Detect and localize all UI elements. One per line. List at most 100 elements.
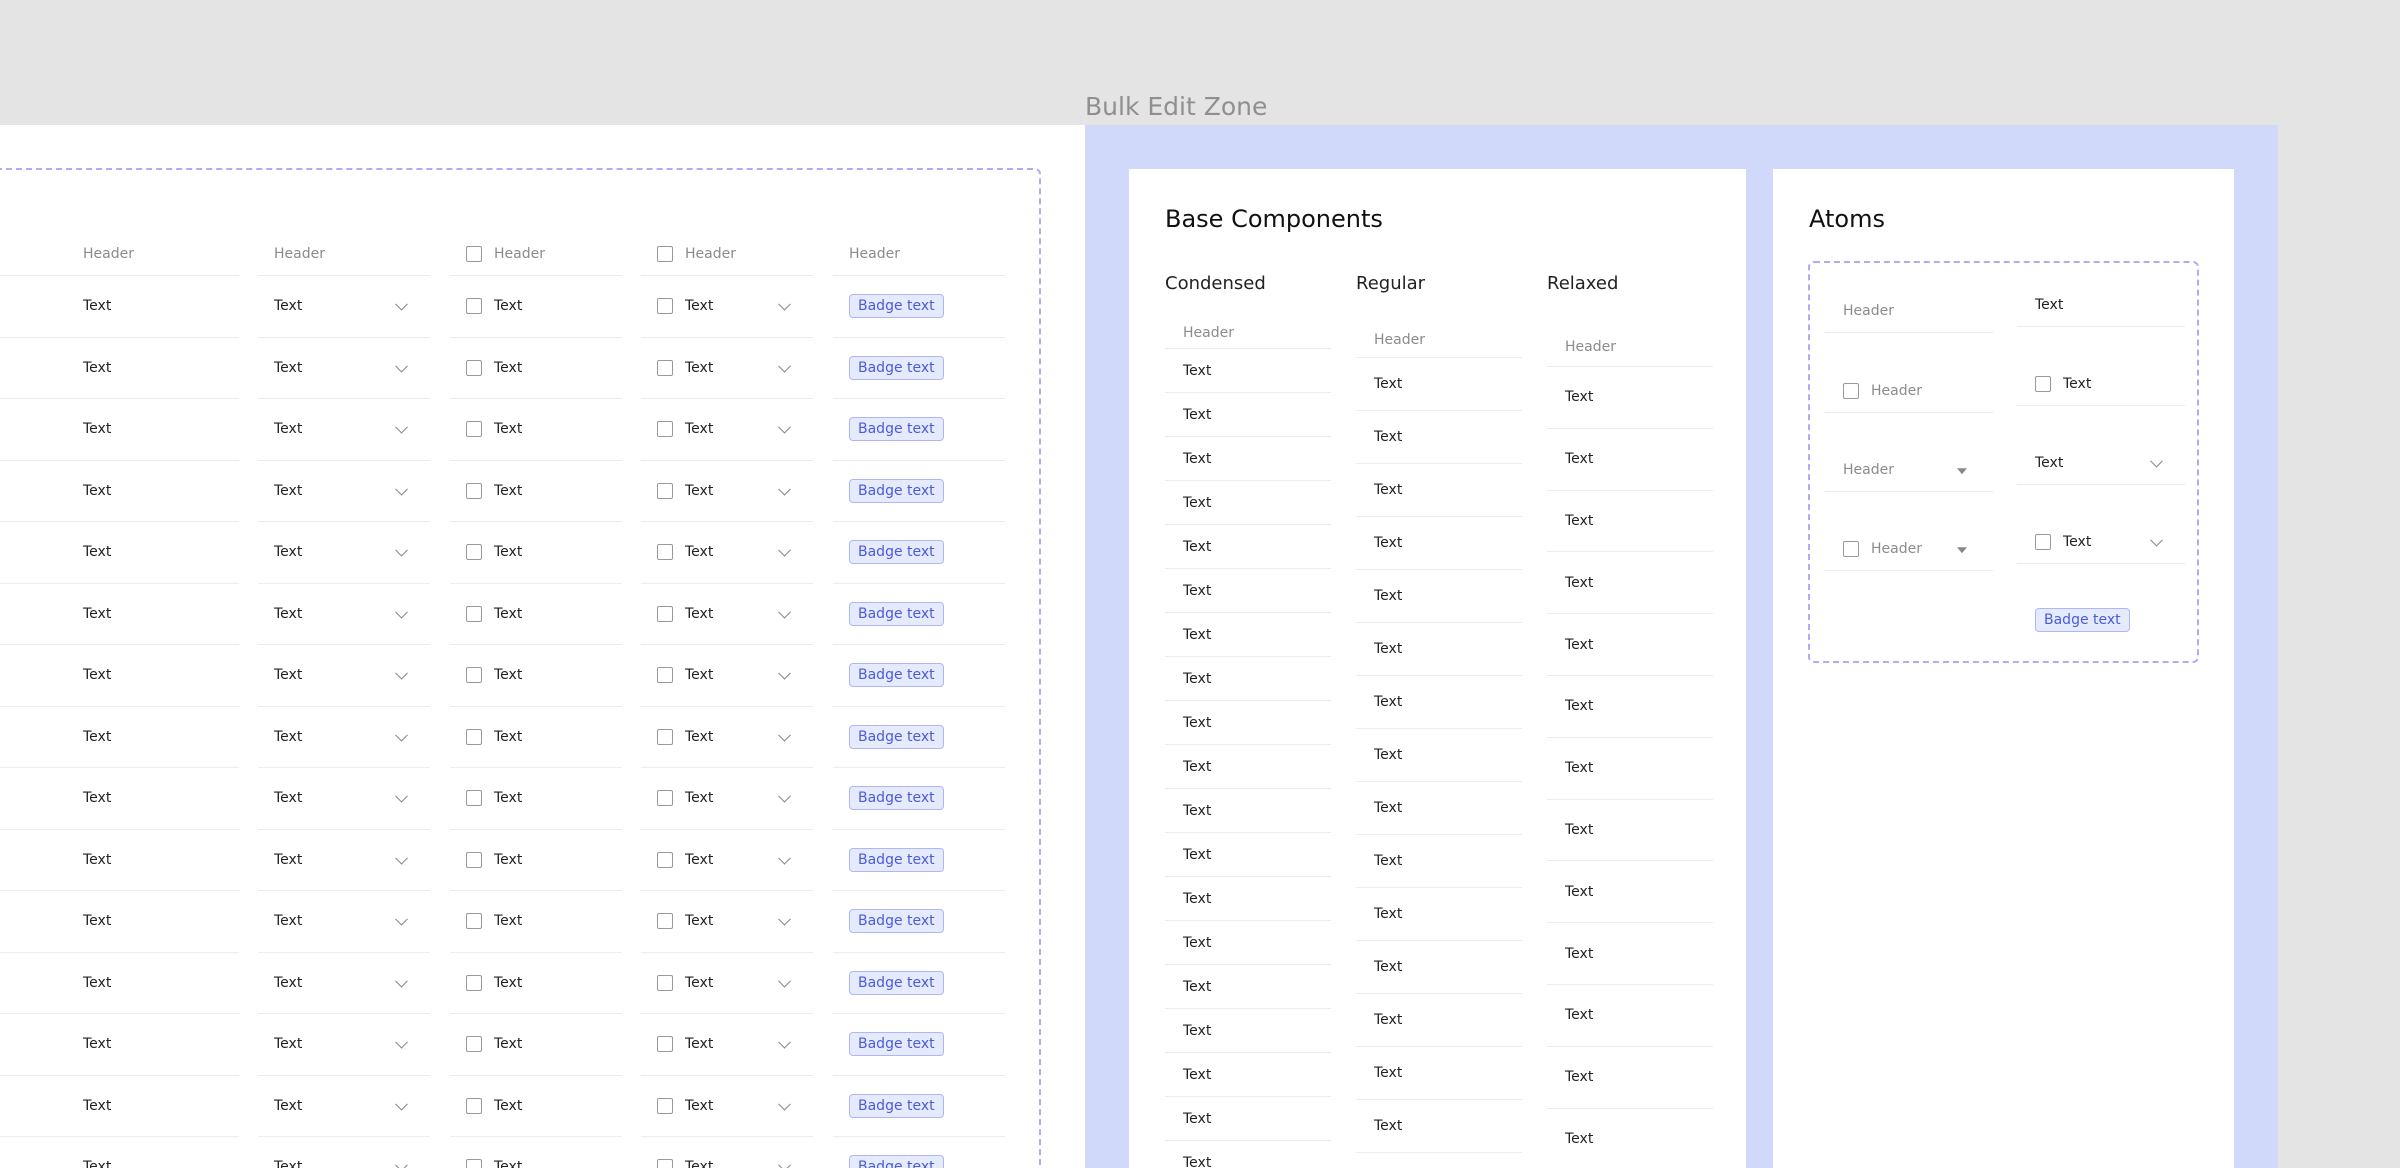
chevron-down-icon[interactable] — [778, 790, 791, 803]
table-cell[interactable]: Text — [450, 1014, 622, 1076]
checkbox-icon[interactable] — [466, 482, 482, 499]
checkbox-icon[interactable] — [657, 790, 673, 807]
checkbox-icon[interactable] — [657, 544, 673, 561]
atom-sort-header-cell[interactable]: Header — [1825, 448, 1993, 492]
checkbox-icon[interactable] — [657, 1036, 673, 1053]
table-cell[interactable]: Text — [641, 399, 813, 461]
chevron-down-icon[interactable] — [778, 1159, 791, 1168]
checkbox-icon[interactable] — [466, 667, 482, 684]
table-cell[interactable]: Text — [258, 768, 430, 830]
checkbox-icon[interactable] — [657, 913, 673, 930]
checkbox-icon[interactable] — [657, 245, 673, 262]
chevron-down-icon[interactable] — [778, 974, 791, 988]
checkbox-icon[interactable] — [466, 1159, 482, 1168]
table-cell[interactable]: Text — [258, 338, 430, 399]
table-cell[interactable]: Text — [450, 953, 622, 1014]
checkbox-icon[interactable] — [2035, 375, 2051, 392]
chevron-down-icon[interactable] — [395, 728, 408, 742]
table-cell[interactable]: Text — [450, 707, 622, 768]
table-cell[interactable]: Text — [641, 461, 813, 522]
checkbox-icon[interactable] — [466, 913, 482, 930]
checkbox-icon[interactable] — [657, 1159, 673, 1168]
chevron-down-icon[interactable] — [778, 1036, 791, 1049]
column-header[interactable]: Header — [0, 232, 72, 276]
chevron-down-icon[interactable] — [395, 544, 408, 557]
table-cell[interactable]: Text — [641, 1137, 813, 1168]
chevron-down-icon[interactable] — [395, 913, 408, 926]
chevron-down-icon[interactable] — [395, 1097, 408, 1111]
checkbox-icon[interactable] — [657, 482, 673, 499]
chevron-down-icon[interactable] — [395, 421, 408, 434]
atom-checkbox-header-cell[interactable]: Header — [1825, 369, 1993, 413]
checkbox-icon[interactable] — [466, 544, 482, 561]
chevron-down-icon[interactable] — [395, 482, 408, 496]
table-cell[interactable]: Text — [450, 891, 622, 953]
table-cell[interactable]: Text — [450, 768, 622, 830]
table-cell[interactable]: Text — [258, 584, 430, 645]
chevron-down-icon[interactable] — [395, 790, 408, 803]
table-cell[interactable]: Text — [641, 1076, 813, 1137]
table-cell[interactable]: Text — [450, 830, 622, 891]
table-cell[interactable]: Text — [450, 584, 622, 645]
table-cell[interactable]: Text — [641, 707, 813, 768]
column-header[interactable]: Header — [258, 232, 430, 276]
atom-checkbox-text-cell[interactable]: Text — [2017, 362, 2185, 406]
chevron-down-icon[interactable] — [778, 298, 791, 311]
table-cell[interactable]: Text — [258, 953, 430, 1014]
table-cell[interactable]: Text — [258, 276, 430, 338]
chevron-down-icon[interactable] — [2150, 533, 2163, 547]
column-header[interactable]: Header — [67, 232, 239, 276]
checkbox-icon[interactable] — [466, 851, 482, 868]
atom-text-cell[interactable]: Text — [2017, 283, 2185, 327]
table-cell[interactable]: Text — [641, 522, 813, 584]
table-cell[interactable]: Text — [258, 1076, 430, 1137]
checkbox-icon[interactable] — [657, 605, 673, 622]
table-cell[interactable]: Text — [258, 707, 430, 768]
table-cell[interactable]: Text — [450, 522, 622, 584]
chevron-down-icon[interactable] — [778, 728, 791, 742]
checkbox-icon[interactable] — [466, 359, 482, 376]
chevron-down-icon[interactable] — [778, 913, 791, 926]
table-cell[interactable]: Text — [450, 461, 622, 522]
table-cell[interactable]: Text — [641, 768, 813, 830]
column-header[interactable]: Header — [833, 232, 1005, 276]
checkbox-icon[interactable] — [466, 1036, 482, 1053]
table-cell[interactable]: Text — [641, 645, 813, 707]
checkbox-icon[interactable] — [466, 1097, 482, 1114]
table-cell[interactable]: Text — [450, 1137, 622, 1168]
atom-checkbox-sort-header-cell[interactable]: Header — [1825, 527, 1993, 571]
checkbox-icon[interactable] — [2035, 533, 2051, 550]
chevron-down-icon[interactable] — [778, 851, 791, 865]
variant-header[interactable]: Header — [1165, 317, 1331, 349]
chevron-down-icon[interactable] — [395, 359, 408, 373]
table-cell[interactable]: Text — [450, 338, 622, 399]
checkbox-icon[interactable] — [466, 974, 482, 991]
table-cell[interactable]: Text — [258, 522, 430, 584]
table-cell[interactable]: Text — [258, 891, 430, 953]
chevron-down-icon[interactable] — [778, 544, 791, 557]
chevron-down-icon[interactable] — [778, 1097, 791, 1111]
checkbox-icon[interactable] — [657, 728, 673, 745]
chevron-down-icon[interactable] — [778, 605, 791, 619]
chevron-down-icon[interactable] — [395, 605, 408, 619]
table-cell[interactable]: Text — [641, 953, 813, 1014]
atom-dropdown-cell[interactable]: Text — [2017, 441, 2185, 485]
checkbox-icon[interactable] — [466, 790, 482, 807]
checkbox-icon[interactable] — [657, 667, 673, 684]
table-cell[interactable]: Text — [258, 1014, 430, 1076]
table-cell[interactable]: Text — [641, 830, 813, 891]
chevron-down-icon[interactable] — [778, 667, 791, 680]
checkbox-icon[interactable] — [657, 974, 673, 991]
table-cell[interactable]: Text — [258, 1137, 430, 1168]
checkbox-icon[interactable] — [657, 298, 673, 315]
table-cell[interactable]: Text — [450, 276, 622, 338]
table-cell[interactable]: Text — [641, 891, 813, 953]
sort-caret-icon[interactable] — [1957, 546, 1967, 553]
column-header[interactable]: Header — [641, 232, 813, 276]
atom-checkbox-dropdown-cell[interactable]: Text — [2017, 520, 2185, 564]
checkbox-icon[interactable] — [466, 728, 482, 745]
chevron-down-icon[interactable] — [395, 667, 408, 680]
table-cell[interactable]: Text — [641, 584, 813, 645]
variant-header[interactable]: Header — [1356, 322, 1522, 358]
sort-caret-icon[interactable] — [1957, 467, 1967, 474]
